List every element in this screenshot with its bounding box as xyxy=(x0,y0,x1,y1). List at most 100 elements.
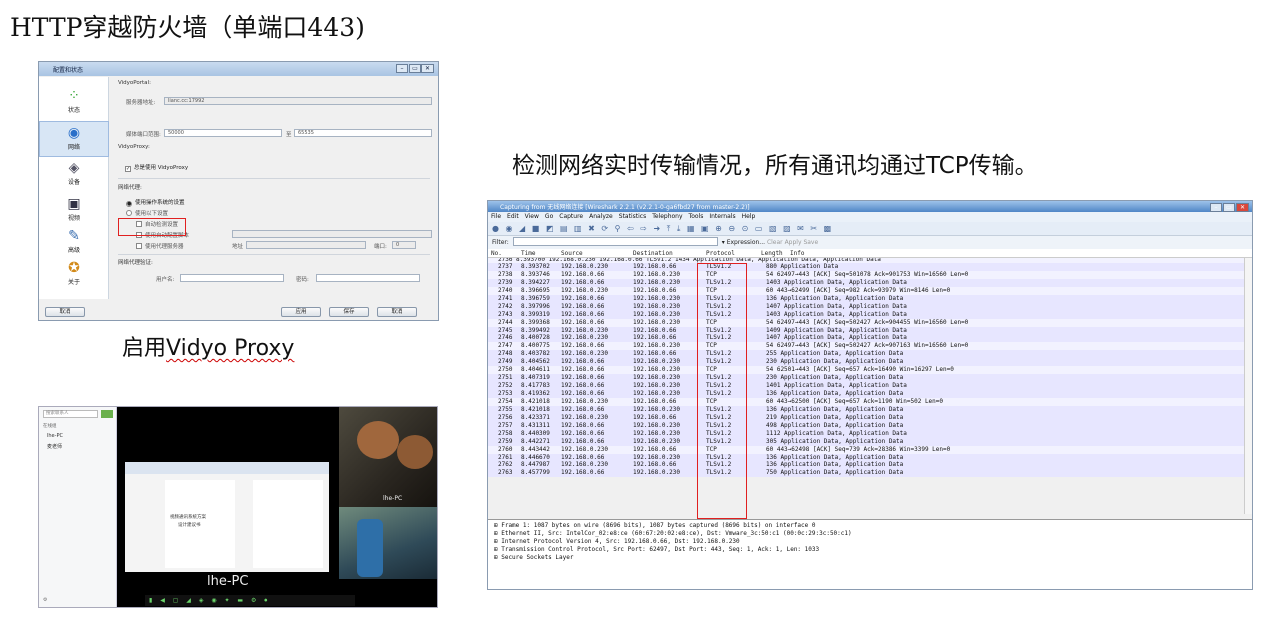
filter-input[interactable] xyxy=(512,237,718,246)
menu-item-edit[interactable]: Edit xyxy=(507,213,519,220)
contact-search-input[interactable]: 搜索联系人 xyxy=(43,410,98,418)
packet-row[interactable]: 2738 8.393746 192.168.0.66 192.168.0.230 TCP… xyxy=(488,270,1245,279)
menu-item-capture[interactable]: Capture xyxy=(559,213,583,220)
packet-row[interactable]: 2737 8.393702 192.168.0.230 192.168.0.66 TLS… xyxy=(488,263,1245,271)
auto-config-field[interactable] xyxy=(232,230,432,238)
detail-line[interactable]: ⊞ Transmission Control Protocol, Src Por… xyxy=(494,546,1246,554)
packet-row[interactable]: 2743 8.399319 192.168.0.66 192.168.0.230 TLS… xyxy=(488,310,1245,319)
packet-row[interactable]: 2749 8.404562 192.168.0.66 192.168.0.230 TLS… xyxy=(488,358,1245,367)
proxy-server-label: 使用代理服务器 xyxy=(145,244,184,250)
apply-button[interactable]: 应用 xyxy=(281,307,321,317)
close-icon[interactable]: ✕ xyxy=(421,64,434,73)
col-source[interactable]: Source xyxy=(561,249,583,258)
detail-line[interactable]: ⊞ Frame 1: 1087 bytes on wire (8696 bits… xyxy=(494,522,1246,530)
use-system-radio[interactable]: ● 使用操作系统的设置 xyxy=(126,198,185,207)
packet-row[interactable]: 2760 8.443442 192.168.0.230 192.168.0.66 TCP… xyxy=(488,445,1245,454)
clear-button[interactable]: Clear xyxy=(767,239,783,246)
detail-line[interactable]: ⊞ Secure Sockets Layer xyxy=(494,554,1246,562)
use-following-radio[interactable]: 使用以下设置 xyxy=(126,209,168,217)
packet-row[interactable]: 2753 8.419362 192.168.0.66 192.168.0.230 TLS… xyxy=(488,390,1245,398)
cancel-button[interactable]: 取消 xyxy=(377,307,417,317)
save-button[interactable]: 保存 xyxy=(329,307,369,317)
sidebar-item-about[interactable]: ✪ 关于 xyxy=(39,257,109,293)
col-time[interactable]: Time xyxy=(521,249,535,258)
sidebar-item-advanced[interactable]: ✎ 高级 xyxy=(39,225,109,261)
packet-row[interactable]: 2763 8.457799 192.168.0.66 192.168.0.230 TLS… xyxy=(488,469,1245,478)
sidebar-item-device[interactable]: ◈ 设备 xyxy=(39,157,109,193)
menu-item-help[interactable]: Help xyxy=(742,213,756,220)
add-contact-icon[interactable] xyxy=(101,410,113,418)
packet-row[interactable]: 2747 8.400775 192.168.0.66 192.168.0.230 TCP… xyxy=(488,342,1245,351)
col-info[interactable]: Info xyxy=(790,249,804,258)
menu-item-analyze[interactable]: Analyze xyxy=(589,213,613,220)
menu-item-file[interactable]: File xyxy=(491,213,501,220)
maximize-icon[interactable]: ▭ xyxy=(409,64,421,73)
packet-row[interactable]: 2756 8.423371 192.168.0.230 192.168.0.66 TLS… xyxy=(488,413,1245,422)
packet-row[interactable]: 2752 8.417783 192.168.0.66 192.168.0.230 TLS… xyxy=(488,382,1245,390)
proxy-address-field[interactable] xyxy=(246,241,366,249)
packet-row[interactable]: 2751 8.407319 192.168.0.66 192.168.0.230 TLS… xyxy=(488,374,1245,383)
packet-row[interactable]: 2761 8.446670 192.168.0.66 192.168.0.230 TLS… xyxy=(488,453,1245,462)
close-icon[interactable]: ✕ xyxy=(1236,203,1249,212)
packet-source: 192.168.0.66 xyxy=(561,278,605,286)
minimize-icon[interactable]: – xyxy=(396,64,408,73)
packet-row[interactable]: 2757 8.431311 192.168.0.66 192.168.0.230 TLS… xyxy=(488,421,1245,430)
settings-icon[interactable]: ⚙ xyxy=(43,597,47,603)
apply-button[interactable]: Apply xyxy=(785,239,802,246)
packet-row[interactable]: 2746 8.400728 192.168.0.230 192.168.0.66 TLS… xyxy=(488,334,1245,343)
contact-item[interactable]: lhe-PC xyxy=(47,433,63,439)
menu-item-telephony[interactable]: Telephony xyxy=(652,213,682,220)
packet-row[interactable]: 2759 8.442271 192.168.0.66 192.168.0.230 TLS… xyxy=(488,437,1245,446)
packet-row[interactable]: 2741 8.396759 192.168.0.66 192.168.0.230 TLS… xyxy=(488,294,1245,303)
menu-item-go[interactable]: Go xyxy=(545,213,553,220)
minimize-icon[interactable]: – xyxy=(1210,203,1222,212)
detail-line[interactable]: ⊞ Ethernet II, Src: IntelCor_02:e8:ce (6… xyxy=(494,530,1246,538)
sidebar-item-network[interactable]: ◉ 网络 xyxy=(39,121,109,157)
wireshark-toolbar[interactable]: ● ◉ ◢ ■ ◩ ▤ ▥ ✖ ⟳ ⚲ ⇦ ⇨ ➜ ⤒ ⤓ ▦ ▣ ⊕ ⊖ ⊙ … xyxy=(488,222,1252,236)
always-proxy-checkbox[interactable]: ✓ 总是使用 VidyoProxy xyxy=(125,163,188,172)
call-toolbar[interactable]: ▮ ◀ ▢ ◢ ◈ ◉ ✦ ▬ ⚙ ⏺ xyxy=(145,595,355,606)
partial-row-text: 2736 8.393700 192.168.0.230 192.168.0.66… xyxy=(498,258,881,263)
cancel-left-button[interactable]: 取消 xyxy=(45,307,85,317)
password-field[interactable] xyxy=(316,274,420,282)
expression-button[interactable]: Expression... xyxy=(727,239,765,246)
col-protocol[interactable]: Protocol xyxy=(706,249,735,258)
packet-list-scrollbar[interactable] xyxy=(1244,258,1252,514)
proxy-port-field[interactable]: 0 xyxy=(392,241,416,249)
col-no[interactable]: No. xyxy=(491,249,502,258)
col-destination[interactable]: Destination xyxy=(633,249,673,258)
packet-row[interactable]: 2742 8.397996 192.168.0.66 192.168.0.230 TLS… xyxy=(488,302,1245,311)
packet-row[interactable]: 2739 8.394227 192.168.0.66 192.168.0.230 TLS… xyxy=(488,278,1245,287)
packet-row[interactable]: 2745 8.399492 192.168.0.230 192.168.0.66 TLS… xyxy=(488,326,1245,335)
portal-addr-field[interactable]: lianc.cc:17992 xyxy=(164,97,432,105)
contact-item[interactable]: 麦老师 xyxy=(47,443,62,450)
proxy-server-checkbox[interactable]: 使用代理服务器 xyxy=(136,242,184,250)
menu-item-view[interactable]: View xyxy=(525,213,539,220)
maximize-icon[interactable]: ▭ xyxy=(1223,203,1235,212)
filter-dropdown-icon[interactable]: ▾ xyxy=(722,239,725,246)
packet-row[interactable]: 2754 8.421018 192.168.0.230 192.168.0.66 TCP… xyxy=(488,397,1245,406)
packet-row[interactable]: 2748 8.403782 192.168.0.230 192.168.0.66 TLS… xyxy=(488,350,1245,359)
save-button[interactable]: Save xyxy=(803,239,818,246)
packet-source: 192.168.0.66 xyxy=(561,421,605,429)
packet-row[interactable]: 2740 8.396695 192.168.0.230 192.168.0.66 TCP… xyxy=(488,286,1245,295)
sidebar-item-status[interactable]: ⁘ 状态 xyxy=(39,85,109,121)
packet-row[interactable]: 2750 8.404611 192.168.0.66 192.168.0.230 TCP… xyxy=(488,366,1245,375)
packet-row[interactable]: 2744 8.399368 192.168.0.66 192.168.0.230 TCP… xyxy=(488,318,1245,327)
media-port-to[interactable]: 65535 xyxy=(294,129,432,137)
packet-time: 8.393746 xyxy=(521,270,550,278)
media-port-from[interactable]: 50000 xyxy=(164,129,282,137)
col-length[interactable]: Length xyxy=(761,249,783,258)
packet-row[interactable]: 2755 8.421018 192.168.0.66 192.168.0.230 TLS… xyxy=(488,405,1245,414)
menu-item-tools[interactable]: Tools xyxy=(689,213,704,220)
sidebar-item-video[interactable]: ▣ 视频 xyxy=(39,193,109,229)
menu-item-internals[interactable]: Internals xyxy=(709,213,735,220)
username-field[interactable] xyxy=(180,274,284,282)
packet-row[interactable]: 2762 8.447987 192.168.0.230 192.168.0.66 TLS… xyxy=(488,461,1245,470)
packet-destination: 192.168.0.230 xyxy=(633,390,680,397)
packet-length-info: 1112 Application Data, Application Data xyxy=(766,429,907,437)
packet-row[interactable]: 2758 8.440309 192.168.0.66 192.168.0.230 TLS… xyxy=(488,429,1245,438)
menu-item-statistics[interactable]: Statistics xyxy=(619,213,646,220)
detail-line[interactable]: ⊞ Internet Protocol Version 4, Src: 192.… xyxy=(494,538,1246,546)
packet-no: 2755 xyxy=(498,405,513,413)
